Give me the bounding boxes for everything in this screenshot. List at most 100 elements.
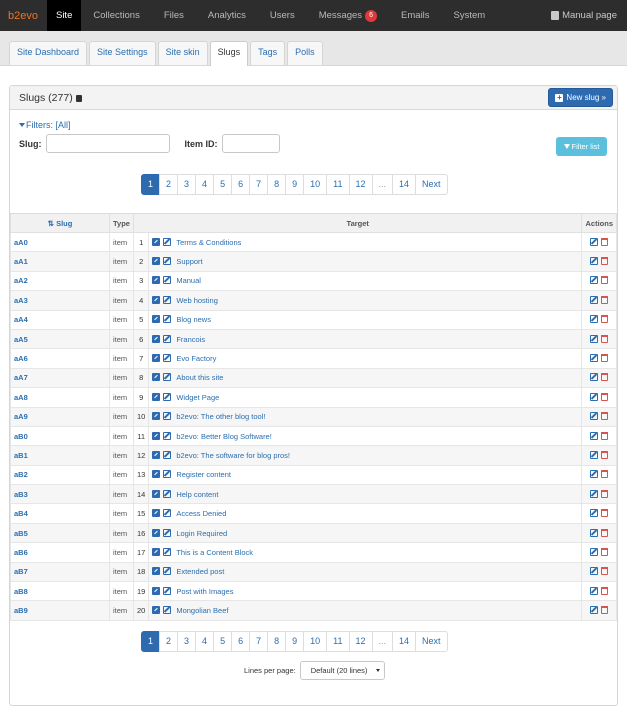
target-link[interactable]: b2evo: The other blog tool! [176, 412, 265, 421]
open-item-icon[interactable] [152, 606, 161, 615]
filters-all-link[interactable]: [All] [56, 120, 71, 130]
page-link[interactable]: 6 [231, 631, 251, 652]
edit-item-icon[interactable] [163, 567, 172, 576]
target-link[interactable]: b2evo: Better Blog Software! [176, 432, 271, 441]
open-item-icon[interactable] [152, 431, 161, 440]
edit-slug-icon[interactable] [590, 412, 599, 421]
new-slug-button[interactable]: + New slug » [548, 88, 613, 107]
slug-link[interactable]: aA6 [10, 348, 110, 369]
delete-slug-icon[interactable] [601, 606, 609, 615]
slug-link[interactable]: aB0 [10, 425, 110, 447]
nav-emails[interactable]: Emails [389, 0, 442, 31]
open-item-icon[interactable] [152, 295, 161, 304]
edit-slug-icon[interactable] [590, 567, 599, 576]
tab-site-skin[interactable]: Site skin [157, 41, 208, 65]
delete-slug-icon[interactable] [601, 528, 609, 537]
page-link[interactable]: 1 [141, 174, 161, 195]
target-link[interactable]: Extended post [176, 567, 224, 576]
page-link[interactable]: 10 [303, 174, 328, 195]
tab-site-settings[interactable]: Site Settings [89, 41, 156, 65]
target-link[interactable]: About this site [176, 373, 223, 382]
delete-slug-icon[interactable] [601, 315, 609, 324]
delete-slug-icon[interactable] [601, 431, 609, 440]
open-item-icon[interactable] [152, 334, 161, 343]
tab-slugs[interactable]: Slugs [209, 41, 249, 66]
page-link[interactable]: 3 [177, 174, 197, 195]
edit-item-icon[interactable] [163, 489, 172, 498]
slug-link[interactable]: aB3 [10, 484, 110, 505]
edit-slug-icon[interactable] [590, 295, 599, 304]
target-link[interactable]: Blog news [176, 315, 211, 324]
open-item-icon[interactable] [152, 257, 161, 266]
delete-slug-icon[interactable] [601, 354, 609, 363]
page-link[interactable]: 14 [392, 174, 417, 195]
open-item-icon[interactable] [152, 547, 161, 556]
edit-slug-icon[interactable] [590, 392, 599, 401]
open-item-icon[interactable] [152, 509, 161, 518]
edit-item-icon[interactable] [163, 412, 172, 421]
slug-link[interactable]: aA1 [10, 251, 110, 272]
slug-link[interactable]: aA9 [10, 406, 110, 427]
edit-item-icon[interactable] [163, 470, 172, 479]
manual-page-link[interactable]: Manual page [551, 0, 627, 31]
delete-slug-icon[interactable] [601, 237, 609, 246]
filter-list-button[interactable]: Filter list [556, 137, 607, 156]
slug-link[interactable]: aB7 [10, 561, 110, 583]
slug-link[interactable]: aB4 [10, 503, 110, 524]
tab-site-dashboard[interactable]: Site Dashboard [9, 41, 88, 65]
page-link[interactable]: 9 [285, 631, 305, 652]
target-link[interactable]: Post with Images [176, 587, 233, 596]
slug-link[interactable]: aB1 [10, 445, 110, 466]
open-item-icon[interactable] [152, 450, 161, 459]
slug-link[interactable]: aA8 [10, 387, 110, 408]
target-link[interactable]: Mongolian Beef [176, 606, 228, 615]
edit-item-icon[interactable] [163, 450, 172, 459]
delete-slug-icon[interactable] [601, 392, 609, 401]
page-link[interactable]: 12 [348, 631, 373, 652]
brand-logo[interactable]: b2evo [0, 0, 47, 31]
page-link[interactable]: 4 [195, 631, 215, 652]
edit-slug-icon[interactable] [590, 257, 599, 266]
slug-link[interactable]: aA2 [10, 270, 110, 292]
open-item-icon[interactable] [152, 528, 161, 537]
slug-link[interactable]: aA0 [10, 231, 110, 253]
page-next-link[interactable]: Next [415, 174, 448, 195]
open-item-icon[interactable] [152, 315, 161, 324]
delete-slug-icon[interactable] [601, 567, 609, 576]
delete-slug-icon[interactable] [601, 450, 609, 459]
page-link[interactable]: 10 [303, 631, 328, 652]
nav-system[interactable]: System [442, 0, 498, 31]
tab-tags[interactable]: Tags [250, 41, 286, 65]
delete-slug-icon[interactable] [601, 412, 609, 421]
edit-slug-icon[interactable] [590, 606, 599, 615]
target-link[interactable]: Evo Factory [176, 354, 216, 363]
page-link[interactable]: 7 [249, 174, 269, 195]
page-link[interactable]: 8 [267, 631, 287, 652]
open-item-icon[interactable] [152, 489, 161, 498]
open-item-icon[interactable] [152, 373, 161, 382]
target-link[interactable]: Terms & Conditions [176, 238, 241, 247]
page-link[interactable]: 11 [326, 174, 350, 195]
target-link[interactable]: b2evo: The software for blog pros! [176, 451, 290, 460]
page-link[interactable]: 1 [141, 631, 161, 652]
open-item-icon[interactable] [152, 354, 161, 363]
delete-slug-icon[interactable] [601, 489, 609, 498]
open-item-icon[interactable] [152, 567, 161, 576]
nav-files[interactable]: Files [152, 0, 196, 31]
page-link[interactable]: 8 [267, 174, 287, 195]
column-header-target[interactable]: Target [132, 213, 583, 233]
edit-slug-icon[interactable] [590, 237, 599, 246]
edit-slug-icon[interactable] [590, 547, 599, 556]
target-link[interactable]: Web hosting [176, 296, 218, 305]
slug-link[interactable]: aA3 [10, 290, 110, 311]
delete-slug-icon[interactable] [601, 586, 609, 595]
page-link[interactable]: 2 [159, 174, 179, 195]
delete-slug-icon[interactable] [601, 470, 609, 479]
delete-slug-icon[interactable] [601, 276, 609, 285]
target-link[interactable]: This is a Content Block [176, 548, 253, 557]
slug-link[interactable]: aB5 [10, 522, 110, 544]
edit-slug-icon[interactable] [590, 470, 599, 479]
delete-slug-icon[interactable] [601, 547, 609, 556]
page-link[interactable]: 4 [195, 174, 215, 195]
slug-link[interactable]: aB9 [10, 600, 110, 621]
